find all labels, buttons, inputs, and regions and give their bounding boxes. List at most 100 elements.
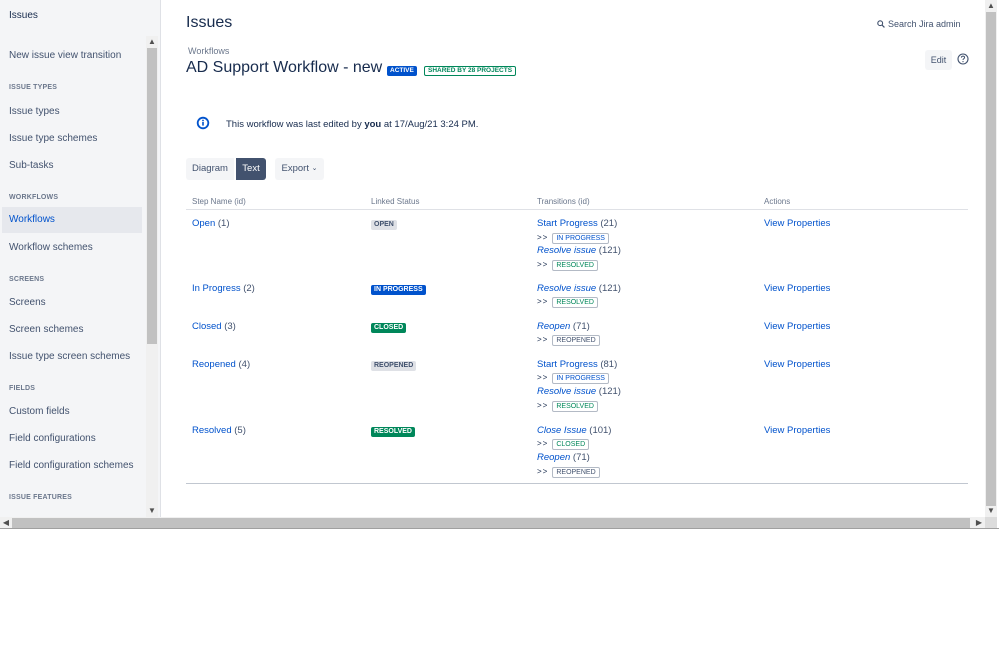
horizontal-scroll-thumb[interactable]: [12, 518, 970, 528]
breadcrumb[interactable]: Workflows: [188, 46, 229, 56]
transition-link[interactable]: Close Issue: [537, 425, 587, 436]
sidebar-title: Issues: [9, 10, 38, 21]
scroll-up-icon[interactable]: ▲: [146, 36, 158, 48]
step-id: (4): [238, 358, 251, 370]
linked-status-badge: OPEN: [371, 220, 397, 230]
sidebar-item-workflow-schemes[interactable]: Workflow schemes: [0, 235, 142, 261]
step-id: (2): [243, 282, 255, 294]
transition-target-status: RESOLVED: [552, 297, 598, 309]
workflow-title: AD Support Workflow - new: [186, 59, 383, 76]
table-row: Closed (3) CLOSED Reopen (71) >> REOPENED Vie…: [186, 313, 968, 351]
step-name-link[interactable]: Reopened: [192, 359, 236, 370]
table-row: Resolved (5) RESOLVED Close Issue (101) >> C…: [186, 417, 968, 479]
table-row: Reopened (4) REOPENED Start Progress (81) >…: [186, 351, 968, 417]
transition-target-status: RESOLVED: [552, 260, 598, 272]
page-scroll-thumb[interactable]: [986, 12, 996, 506]
transition-target-status: RESOLVED: [552, 400, 598, 412]
sidebar: Issues New issue view transition ISSUE T…: [0, 0, 161, 517]
arrow-right-icon: >>: [537, 335, 549, 345]
view-properties-link[interactable]: View Properties: [764, 218, 830, 229]
sidebar-item-new-issue-view-transition[interactable]: New issue view transition: [0, 43, 142, 69]
sidebar-heading-workflows: WORKFLOWS: [9, 194, 59, 201]
transition-id: (121): [598, 385, 621, 397]
transition-link[interactable]: Reopen: [537, 321, 570, 332]
linked-status-badge: RESOLVED: [371, 426, 415, 437]
transition-target-status: IN PROGRESS: [552, 232, 609, 244]
step-id: (3): [224, 320, 236, 332]
scroll-down-icon[interactable]: ▼: [146, 505, 158, 517]
sidebar-scroll-thumb[interactable]: [147, 48, 157, 344]
transition-link[interactable]: Resolve issue: [537, 245, 596, 256]
transition-line: Resolve issue (121): [537, 385, 752, 399]
table-row: In Progress (2) IN PROGRESS Resolve issue …: [186, 275, 968, 313]
view-properties-link[interactable]: View Properties: [764, 425, 830, 436]
step-name-link[interactable]: Open: [192, 218, 215, 229]
sidebar-item-workflows[interactable]: Workflows: [2, 207, 142, 233]
table-row: Open (1) OPEN Start Progress (21) >> IN PROG…: [186, 210, 968, 275]
transition-target-status: IN PROGRESS: [552, 373, 609, 385]
transition-id: (21): [600, 218, 618, 229]
transition-target-line: >> RESOLVED: [537, 295, 752, 309]
search-jira-admin[interactable]: Search Jira admin: [877, 19, 961, 29]
scroll-down-icon[interactable]: ▼: [985, 505, 997, 517]
step-id: (5): [234, 424, 246, 436]
shared-projects-badge[interactable]: SHARED BY 28 PROJECTS: [424, 66, 517, 76]
diagram-view-button[interactable]: Diagram: [186, 158, 234, 180]
arrow-right-icon: >>: [537, 232, 549, 242]
edit-button[interactable]: Edit: [925, 50, 952, 70]
column-header-step: Step Name (id): [186, 194, 365, 210]
column-header-transitions: Transitions (id): [531, 194, 758, 210]
step-name-link[interactable]: Closed: [192, 321, 222, 332]
sidebar-item-issue-types[interactable]: Issue types: [0, 99, 142, 125]
sidebar-item-field-configurations[interactable]: Field configurations: [0, 426, 142, 452]
column-header-actions: Actions: [758, 194, 968, 210]
transition-target-line: >> CLOSED: [537, 437, 752, 451]
transition-link[interactable]: Start Progress: [537, 359, 598, 370]
arrow-right-icon: >>: [537, 260, 549, 270]
transition-target-line: >> RESOLVED: [537, 399, 752, 413]
transition-link[interactable]: Resolve issue: [537, 386, 596, 397]
text-view-button[interactable]: Text: [236, 158, 266, 180]
arrow-right-icon: >>: [537, 466, 549, 476]
column-header-status: Linked Status: [365, 194, 531, 210]
export-label: Export: [281, 163, 309, 174]
transition-id: (71): [572, 320, 590, 332]
sidebar-item-issue-type-screen-schemes[interactable]: Issue type screen schemes: [0, 344, 142, 370]
arrow-right-icon: >>: [537, 297, 549, 307]
sidebar-item-issue-type-schemes[interactable]: Issue type schemes: [0, 126, 142, 152]
sidebar-scrollbar[interactable]: ▲ ▼: [146, 36, 158, 517]
transition-id: (101): [589, 424, 612, 436]
step-name-link[interactable]: Resolved: [192, 425, 232, 436]
table-body: Open (1) OPEN Start Progress (21) >> IN PROG…: [186, 210, 968, 479]
sidebar-heading-screens: SCREENS: [9, 276, 45, 283]
help-icon[interactable]: [957, 53, 969, 65]
transition-line: Start Progress (21): [537, 217, 752, 231]
page-vertical-scrollbar[interactable]: ▲ ▼: [985, 0, 997, 517]
transition-link[interactable]: Resolve issue: [537, 283, 596, 294]
transition-target-status: REOPENED: [552, 335, 600, 347]
table-bottom-divider: [186, 483, 968, 484]
table-header-row: Step Name (id) Linked Status Transitions…: [186, 194, 968, 210]
sidebar-heading-issue-types: ISSUE TYPES: [9, 84, 58, 91]
view-properties-link[interactable]: View Properties: [764, 359, 830, 370]
export-button[interactable]: Export ⌄: [275, 158, 324, 180]
view-properties-link[interactable]: View Properties: [764, 321, 830, 332]
transition-link[interactable]: Start Progress: [537, 218, 598, 229]
sidebar-item-custom-fields[interactable]: Custom fields: [0, 399, 142, 425]
sidebar-heading-fields: FIELDS: [9, 385, 36, 392]
page-title: Issues: [186, 14, 233, 31]
transition-id: (121): [598, 245, 621, 257]
workflow-steps-table: Step Name (id) Linked Status Transitions…: [186, 194, 968, 478]
sidebar-item-screens[interactable]: Screens: [0, 290, 142, 316]
scroll-up-icon[interactable]: ▲: [985, 0, 997, 12]
transition-link[interactable]: Reopen: [537, 452, 570, 463]
transition-target-line: >> IN PROGRESS: [537, 231, 752, 245]
sidebar-item-screen-schemes[interactable]: Screen schemes: [0, 317, 142, 343]
transition-line: Reopen (71): [537, 320, 752, 334]
info-prefix: This workflow was last edited by: [226, 119, 362, 130]
sidebar-item-sub-tasks[interactable]: Sub-tasks: [0, 153, 142, 179]
view-properties-link[interactable]: View Properties: [764, 283, 830, 294]
transition-target-status: REOPENED: [552, 466, 600, 478]
sidebar-item-field-configuration-schemes[interactable]: Field configuration schemes: [0, 453, 142, 479]
step-name-link[interactable]: In Progress: [192, 283, 241, 294]
